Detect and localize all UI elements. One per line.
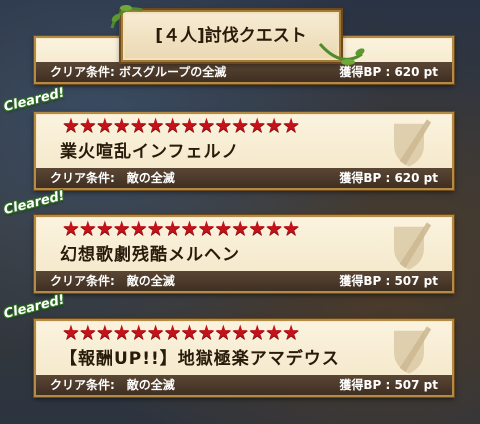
clear-condition: クリア条件: ボスグループの全滅 <box>50 65 227 79</box>
quest-list-header: [４人]討伐クエスト <box>121 10 341 62</box>
difficulty-stars: ★★★★★★★★★★★★★★ <box>62 320 300 344</box>
quest-card-4[interactable]: ★★★★★★★★★★★★★★ 【報酬UP!!】地獄極楽アマデウス クリア条件: … <box>34 319 454 397</box>
quest-info-bar: クリア条件: ボスグループの全滅 獲得BP : 620 pt <box>36 62 452 82</box>
quest-title: 幻想歌劇残酷メルヘン <box>60 245 240 265</box>
bp-reward: 獲得BP : 507 pt <box>339 378 438 392</box>
vine-decoration-right-icon <box>318 43 365 65</box>
bp-reward: 獲得BP : 620 pt <box>339 171 438 185</box>
cleared-badge: Cleared! <box>2 292 67 322</box>
bp-reward: 獲得BP : 507 pt <box>339 274 438 288</box>
quest-info-bar: クリア条件: 敵の全滅 獲得BP : 620 pt <box>36 168 452 188</box>
sword-shield-emblem-icon <box>394 326 432 374</box>
quest-info-bar: クリア条件: 敵の全滅 獲得BP : 507 pt <box>36 271 452 291</box>
quest-card-2[interactable]: ★★★★★★★★★★★★★★ 業火喧乱インフェルノ クリア条件: 敵の全滅 獲得… <box>34 112 454 190</box>
sword-shield-emblem-icon <box>394 222 432 270</box>
sword-shield-emblem-icon <box>394 119 432 167</box>
difficulty-stars: ★★★★★★★★★★★★★★ <box>62 216 300 240</box>
cleared-badge: Cleared! <box>2 188 67 218</box>
vine-decoration-left-icon <box>110 5 143 29</box>
clear-condition: クリア条件: 敵の全滅 <box>50 378 175 392</box>
clear-condition: クリア条件: 敵の全滅 <box>50 274 175 288</box>
quest-card-3[interactable]: ★★★★★★★★★★★★★★ 幻想歌劇残酷メルヘン クリア条件: 敵の全滅 獲得… <box>34 215 454 293</box>
cleared-badge: Cleared! <box>2 85 67 115</box>
quest-title: 【報酬UP!!】地獄極楽アマデウス <box>60 349 340 369</box>
difficulty-stars: ★★★★★★★★★★★★★★ <box>62 113 300 137</box>
quest-info-bar: クリア条件: 敵の全滅 獲得BP : 507 pt <box>36 375 452 395</box>
quest-title: 業火喧乱インフェルノ <box>60 142 240 162</box>
page-title: [４人]討伐クエスト <box>155 26 307 46</box>
clear-condition: クリア条件: 敵の全滅 <box>50 171 175 185</box>
